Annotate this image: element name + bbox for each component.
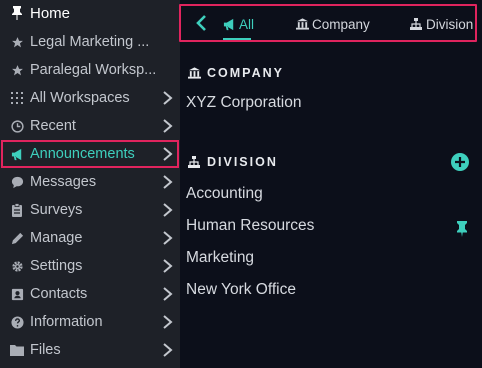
contact-card-icon — [10, 287, 24, 301]
clock-icon — [10, 119, 24, 133]
sidebar-item-all-workspaces[interactable]: All Workspaces — [2, 85, 178, 111]
sidebar-item-label: All Workspaces — [30, 90, 130, 106]
sidebar: Home Legal Marketing ... Paralegal Works… — [0, 0, 180, 368]
company-item[interactable]: XYZ Corporation — [186, 94, 301, 112]
sidebar-item-label: Settings — [30, 258, 83, 274]
sidebar-item-label: Legal Marketing ... — [30, 34, 150, 50]
sidebar-item-information[interactable]: Information — [2, 309, 178, 335]
question-icon — [10, 315, 24, 329]
active-tab-indicator — [223, 38, 251, 40]
sidebar-item-label: Messages — [30, 174, 97, 190]
sidebar-item-announcements[interactable]: Announcements — [1, 140, 179, 168]
sidebar-item-label: Files — [30, 342, 61, 358]
pencil-icon — [10, 231, 24, 245]
division-item[interactable]: Accounting — [186, 185, 263, 203]
tab-company[interactable]: Company — [296, 14, 370, 34]
sidebar-item-label: Manage — [30, 230, 83, 246]
gear-icon — [10, 259, 24, 273]
section-title-label: DIVISION — [207, 155, 278, 169]
chat-bubble-icon — [10, 175, 24, 189]
sidebar-item-files[interactable]: Files — [2, 337, 178, 363]
tab-label: Company — [312, 16, 370, 32]
division-item[interactable]: Marketing — [186, 249, 254, 267]
clipboard-icon — [10, 203, 24, 217]
folder-icon — [10, 343, 24, 357]
sidebar-item-settings[interactable]: Settings — [2, 253, 178, 279]
company-section-header: COMPANY — [188, 66, 284, 80]
pin-icon — [10, 6, 24, 20]
chevron-right-icon — [163, 231, 173, 245]
sidebar-item-paralegal-workspace[interactable]: Paralegal Worksp... — [2, 57, 178, 83]
tab-division[interactable]: Division — [410, 14, 473, 34]
chevron-right-icon — [163, 315, 173, 329]
division-icon — [188, 156, 201, 168]
filter-tab-bar: All Company Division — [179, 4, 477, 42]
sidebar-item-home[interactable]: Home — [2, 0, 178, 26]
add-division-button[interactable] — [451, 153, 469, 171]
division-icon — [410, 18, 423, 31]
division-section-header: DIVISION — [188, 155, 278, 169]
company-icon — [296, 18, 309, 31]
main-panel — [180, 0, 482, 368]
chevron-right-icon — [163, 119, 173, 133]
sidebar-item-label: Recent — [30, 118, 76, 134]
chevron-right-icon — [163, 343, 173, 357]
tab-label: All — [239, 16, 255, 32]
grid-icon — [10, 91, 24, 105]
sidebar-item-label: Information — [30, 314, 103, 330]
division-item[interactable]: New York Office — [186, 281, 296, 299]
pin-icon[interactable] — [456, 221, 468, 237]
sidebar-item-legal-marketing[interactable]: Legal Marketing ... — [2, 29, 178, 55]
star-icon — [10, 35, 24, 49]
sidebar-item-messages[interactable]: Messages — [2, 169, 178, 195]
tab-all[interactable]: All — [223, 14, 254, 34]
company-icon — [188, 67, 201, 79]
plus-icon — [455, 157, 465, 167]
sidebar-item-manage[interactable]: Manage — [2, 225, 178, 251]
sidebar-item-label: Paralegal Worksp... — [30, 62, 157, 78]
star-icon — [10, 63, 24, 77]
sidebar-item-recent[interactable]: Recent — [2, 113, 178, 139]
sidebar-item-surveys[interactable]: Surveys — [2, 197, 178, 223]
sidebar-item-contacts[interactable]: Contacts — [2, 281, 178, 307]
tab-label: Division — [426, 16, 474, 32]
chevron-right-icon — [163, 203, 173, 217]
chevron-right-icon — [163, 259, 173, 273]
chevron-right-icon — [163, 91, 173, 105]
section-title-label: COMPANY — [207, 66, 284, 80]
back-chevron-icon[interactable] — [195, 14, 209, 32]
chevron-right-icon — [163, 175, 173, 189]
chevron-right-icon — [163, 287, 173, 301]
chevron-right-icon — [163, 147, 173, 161]
megaphone-icon — [10, 147, 24, 161]
sidebar-item-label: Surveys — [30, 202, 83, 218]
sidebar-item-label: Announcements — [30, 146, 135, 162]
sidebar-item-label: Contacts — [30, 286, 88, 302]
sidebar-item-label: Home — [30, 4, 71, 22]
division-item[interactable]: Human Resources — [186, 217, 314, 235]
megaphone-icon — [223, 18, 236, 31]
